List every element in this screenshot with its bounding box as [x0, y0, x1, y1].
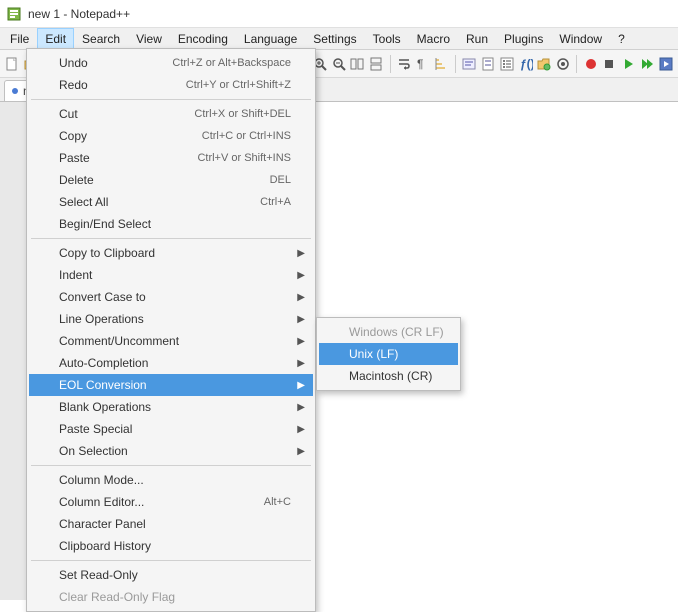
menu-clipboard-history[interactable]: Clipboard History: [29, 535, 313, 557]
menu-blank-operations[interactable]: Blank Operations▶: [29, 396, 313, 418]
menu-paste[interactable]: PasteCtrl+V or Shift+INS: [29, 147, 313, 169]
menu-indent[interactable]: Indent▶: [29, 264, 313, 286]
chevron-right-icon: ▶: [297, 446, 305, 457]
func-list-icon[interactable]: ƒ(): [517, 54, 534, 74]
svg-text:¶: ¶: [417, 57, 423, 71]
menu-search[interactable]: Search: [74, 28, 128, 49]
tab-status-icon: [11, 87, 19, 95]
indent-guide-icon[interactable]: [433, 54, 450, 74]
chevron-right-icon: ▶: [297, 248, 305, 259]
window-title: new 1 - Notepad++: [28, 7, 130, 21]
menu-eol-conversion[interactable]: EOL Conversion▶: [29, 374, 313, 396]
menu-column-mode[interactable]: Column Mode...: [29, 469, 313, 491]
sync-v-icon[interactable]: [349, 54, 366, 74]
menu-help[interactable]: ?: [610, 28, 633, 49]
menu-comment-uncomment[interactable]: Comment/Uncomment▶: [29, 330, 313, 352]
menu-edit[interactable]: Edit: [37, 28, 74, 49]
menu-separator: [31, 238, 311, 239]
macro-play-icon[interactable]: [620, 54, 637, 74]
menu-set-readonly[interactable]: Set Read-Only: [29, 564, 313, 586]
doc-list-icon[interactable]: [498, 54, 515, 74]
menu-undo[interactable]: UndoCtrl+Z or Alt+Backspace: [29, 52, 313, 74]
chevron-right-icon: ▶: [297, 336, 305, 347]
svg-text:ƒ(): ƒ(): [520, 57, 533, 71]
folder-workspace-icon[interactable]: [536, 54, 553, 74]
menu-view[interactable]: View: [128, 28, 170, 49]
menu-begin-end-select[interactable]: Begin/End Select: [29, 213, 313, 235]
toolbar-separator: [576, 55, 577, 73]
chevron-right-icon: ▶: [297, 424, 305, 435]
chevron-right-icon: ▶: [297, 292, 305, 303]
menu-encoding[interactable]: Encoding: [170, 28, 236, 49]
menu-column-editor[interactable]: Column Editor...Alt+C: [29, 491, 313, 513]
zoom-out-icon[interactable]: [330, 54, 347, 74]
edit-dropdown: UndoCtrl+Z or Alt+Backspace RedoCtrl+Y o…: [26, 48, 316, 612]
macro-stop-icon[interactable]: [601, 54, 618, 74]
menu-copy[interactable]: CopyCtrl+C or Ctrl+INS: [29, 125, 313, 147]
menu-copy-clipboard[interactable]: Copy to Clipboard▶: [29, 242, 313, 264]
menu-convert-case[interactable]: Convert Case to▶: [29, 286, 313, 308]
macro-multi-icon[interactable]: [639, 54, 656, 74]
submenu-unix-lf[interactable]: Unix (LF): [319, 343, 458, 365]
menu-select-all[interactable]: Select AllCtrl+A: [29, 191, 313, 213]
submenu-macintosh-cr[interactable]: Macintosh (CR): [319, 365, 458, 387]
menu-run[interactable]: Run: [458, 28, 496, 49]
menu-macro[interactable]: Macro: [409, 28, 458, 49]
new-file-icon[interactable]: [4, 54, 21, 74]
chevron-right-icon: ▶: [297, 380, 305, 391]
menu-tools[interactable]: Tools: [365, 28, 409, 49]
menu-settings[interactable]: Settings: [305, 28, 364, 49]
chevron-right-icon: ▶: [297, 358, 305, 369]
menu-redo[interactable]: RedoCtrl+Y or Ctrl+Shift+Z: [29, 74, 313, 96]
monitoring-icon[interactable]: [555, 54, 572, 74]
menu-file[interactable]: File: [2, 28, 37, 49]
macro-record-icon[interactable]: [582, 54, 599, 74]
eol-submenu: Windows (CR LF) Unix (LF) Macintosh (CR): [316, 317, 461, 391]
menu-plugins[interactable]: Plugins: [496, 28, 551, 49]
doc-map-icon[interactable]: [479, 54, 496, 74]
sync-h-icon[interactable]: [368, 54, 385, 74]
menu-delete[interactable]: DeleteDEL: [29, 169, 313, 191]
show-all-chars-icon[interactable]: ¶: [414, 54, 431, 74]
toolbar-separator: [390, 55, 391, 73]
menu-line-operations[interactable]: Line Operations▶: [29, 308, 313, 330]
menu-auto-completion[interactable]: Auto-Completion▶: [29, 352, 313, 374]
menu-on-selection[interactable]: On Selection▶: [29, 440, 313, 462]
chevron-right-icon: ▶: [297, 314, 305, 325]
titlebar: new 1 - Notepad++: [0, 0, 678, 28]
menu-window[interactable]: Window: [551, 28, 610, 49]
udl-icon[interactable]: [461, 54, 478, 74]
menu-separator: [31, 465, 311, 466]
menu-paste-special[interactable]: Paste Special▶: [29, 418, 313, 440]
submenu-windows-crlf[interactable]: Windows (CR LF): [319, 321, 458, 343]
menu-language[interactable]: Language: [236, 28, 305, 49]
menu-separator: [31, 560, 311, 561]
menu-character-panel[interactable]: Character Panel: [29, 513, 313, 535]
macro-save-icon[interactable]: [657, 54, 674, 74]
chevron-right-icon: ▶: [297, 270, 305, 281]
menu-clear-readonly[interactable]: Clear Read-Only Flag: [29, 586, 313, 608]
menu-separator: [31, 99, 311, 100]
menubar: File Edit Search View Encoding Language …: [0, 28, 678, 50]
wordwrap-icon[interactable]: [395, 54, 412, 74]
app-icon: [6, 6, 22, 22]
toolbar-separator: [455, 55, 456, 73]
chevron-right-icon: ▶: [297, 402, 305, 413]
menu-cut[interactable]: CutCtrl+X or Shift+DEL: [29, 103, 313, 125]
